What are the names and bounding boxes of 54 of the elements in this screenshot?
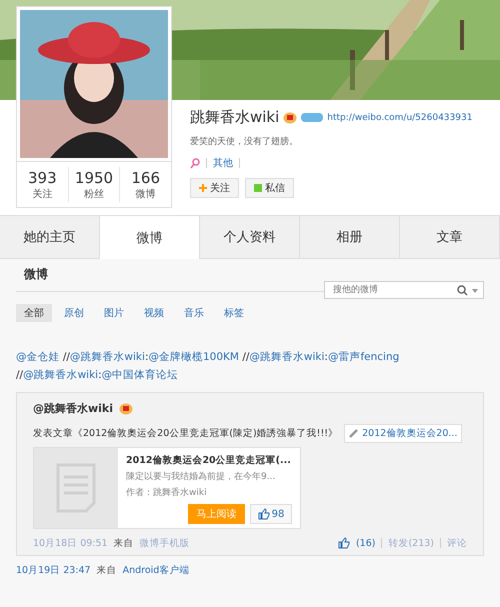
square-icon — [254, 184, 262, 192]
mention-link[interactable]: @雷声fencing — [328, 351, 400, 363]
search-field[interactable]: 搜他的微博 — [324, 281, 484, 299]
bio-text: 爱笑的天使，没有了翅膀。 — [190, 136, 299, 148]
filter-tab[interactable]: 全部 — [16, 304, 52, 322]
source-link[interactable]: Android客户端 — [122, 564, 190, 576]
profile-tab[interactable]: 相册 — [300, 216, 400, 258]
section-title: 微博 — [22, 266, 49, 283]
mention-link[interactable]: @跳舞香水wiki — [23, 369, 98, 381]
more-link[interactable]: 其他 — [213, 156, 233, 170]
caret-icon — [472, 288, 478, 292]
female-icon — [190, 158, 200, 168]
level-icon — [301, 113, 324, 122]
repost-text: 发表文章《2012倫敦奧运会20公里竞走冠軍(陳定)婚誘強暴了我!!!》 — [33, 427, 338, 440]
source-prefix: 来自 — [114, 536, 134, 550]
profile-tab[interactable]: 微博 — [100, 216, 200, 259]
article-excerpt: 陳定以要与我结婚為前提，在今年9... — [126, 470, 276, 483]
source-prefix: 来自 — [96, 564, 117, 576]
stat-label: 微博 — [136, 188, 156, 200]
profile-tab[interactable]: 文章 — [400, 216, 500, 258]
filter-tab[interactable]: 音乐 — [176, 304, 212, 322]
stat-value: 393 — [28, 168, 57, 186]
stat-label: 粉丝 — [84, 188, 104, 200]
like-icon — [338, 537, 350, 549]
filter-tab[interactable]: 标签 — [216, 304, 252, 322]
mention-link[interactable]: @中国体育论坛 — [102, 369, 178, 381]
profile-tab[interactable]: 个人资料 — [200, 216, 300, 258]
repost-author: @跳舞香水wiki — [33, 401, 114, 416]
article-link[interactable]: 2012倫敦奧运会20... — [344, 424, 462, 443]
article-title: 2012倫敦奧运会20公里竞走冠軍(... — [126, 454, 292, 467]
follow-button[interactable]: 关注 — [190, 178, 239, 198]
stat-label: 关注 — [32, 188, 52, 200]
profile-link[interactable]: http://weibo.com/u/5260433931 — [327, 112, 472, 122]
plus-icon — [199, 184, 207, 192]
badge-icon — [283, 112, 298, 124]
mention-link[interactable]: @跳舞香水wiki — [249, 351, 324, 363]
like-button[interactable]: 98 — [250, 504, 292, 524]
mention-link[interactable]: @跳舞香水wiki — [70, 351, 145, 363]
message-button[interactable]: 私信 — [245, 178, 294, 198]
mention-link[interactable]: @金仓娃 — [16, 351, 60, 363]
badge-icon — [119, 402, 134, 414]
like-icon — [258, 508, 270, 520]
search-icon — [457, 285, 468, 296]
filter-tab[interactable]: 原创 — [56, 304, 92, 322]
filter-tab[interactable]: 图片 — [96, 304, 132, 322]
profile-name: 跳舞香水wiki — [190, 108, 280, 127]
article-author: 作者：跳舞香水wiki — [126, 486, 208, 499]
stat-value: 1950 — [74, 168, 114, 186]
like-count[interactable]: (16) — [356, 538, 376, 548]
stat-value: 166 — [131, 168, 160, 186]
post-time[interactable]: 10月19日 23:47 — [16, 564, 91, 576]
post-text: @金仓娃 //@跳舞香水wiki:@金牌橄榄100KM //@跳舞香水wiki:@雷声fencing //@跳舞香水wiki:@中国体育论坛 — [16, 350, 400, 383]
filter-tab[interactable]: 视频 — [136, 304, 172, 322]
mention-link[interactable]: @金牌橄榄100KM — [148, 351, 239, 363]
